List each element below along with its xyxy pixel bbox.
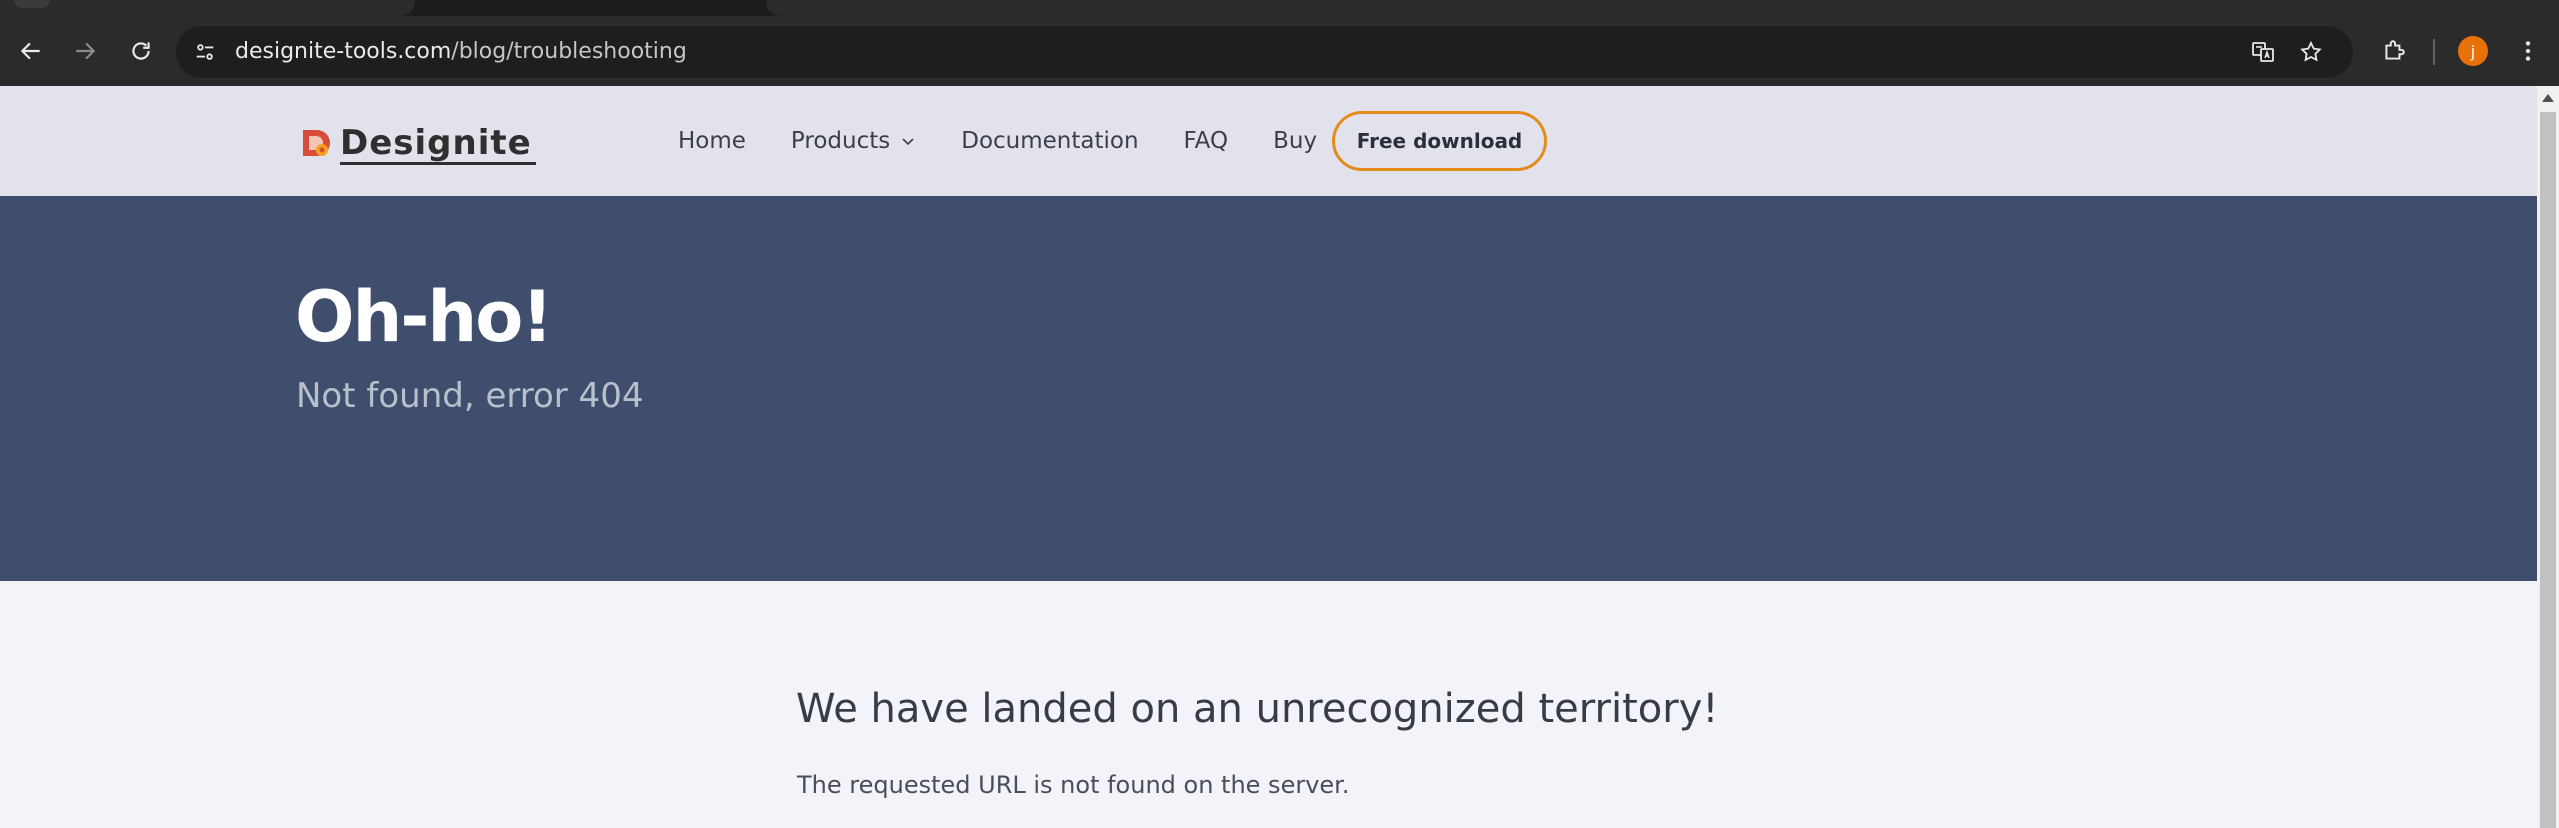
content-section: We have landed on an unrecognized territ… <box>0 581 2537 828</box>
more-vert-icon <box>2525 41 2531 61</box>
scroll-up-arrow-icon[interactable] <box>2542 94 2554 102</box>
arrow-left-icon <box>20 42 40 60</box>
translate-icon[interactable] <box>2248 37 2278 67</box>
site-info-icon[interactable] <box>190 37 220 67</box>
puzzle-icon <box>2385 40 2405 60</box>
free-download-button[interactable]: Free download <box>1332 111 1547 171</box>
scrollbar-thumb[interactable] <box>2540 112 2556 828</box>
error-message: The requested URL is not found on the se… <box>797 771 1350 799</box>
hero-banner: Oh-ho! Not found, error 404 <box>0 196 2537 581</box>
nav-products[interactable]: Products <box>791 128 916 154</box>
url-domain: designite-tools.com <box>235 39 452 64</box>
browser-toolbar: designite-tools.com/blog/troubleshooting… <box>0 16 2559 86</box>
toolbar-divider <box>2433 39 2435 65</box>
browser-tab[interactable] <box>0 0 415 16</box>
avatar: j <box>2458 36 2488 66</box>
address-bar[interactable]: designite-tools.com/blog/troubleshooting <box>176 26 2353 78</box>
tab-favicon <box>14 0 50 8</box>
forward-button[interactable] <box>58 16 112 86</box>
url-path: /blog/troubleshooting <box>451 39 687 64</box>
nav-buy[interactable]: Buy <box>1273 128 1317 154</box>
url-text[interactable]: designite-tools.com/blog/troubleshooting <box>235 26 687 78</box>
page-viewport: Designite Home Products Documentation FA… <box>0 86 2537 828</box>
tab-strip <box>0 0 2559 16</box>
extensions-button[interactable] <box>2374 16 2414 86</box>
logo-mark-icon <box>300 126 336 162</box>
page-title: Oh-ho! <box>295 276 553 358</box>
reload-icon <box>132 42 150 60</box>
page-subtitle: Not found, error 404 <box>296 376 644 416</box>
arrow-right-icon <box>76 42 96 60</box>
nav-home[interactable]: Home <box>678 128 746 154</box>
main-nav: Home Products Documentation FAQ Buy <box>678 86 1362 196</box>
chevron-down-icon <box>902 138 914 146</box>
browser-menu-button[interactable] <box>2510 16 2546 86</box>
error-heading: We have landed on an unrecognized territ… <box>796 686 1719 732</box>
logo-text: Designite <box>340 124 536 165</box>
nav-faq[interactable]: FAQ <box>1184 128 1229 154</box>
page-scrollbar[interactable] <box>2537 86 2559 828</box>
site-logo[interactable]: Designite <box>300 120 536 168</box>
nav-documentation[interactable]: Documentation <box>961 128 1138 154</box>
browser-tab-active[interactable] <box>766 0 2559 16</box>
reload-button[interactable] <box>114 16 168 86</box>
site-header: Designite Home Products Documentation FA… <box>0 86 2537 196</box>
nav-products-label: Products <box>790 128 891 154</box>
bookmark-star-icon[interactable] <box>2296 37 2326 67</box>
profile-button[interactable]: j <box>2456 16 2490 86</box>
back-button[interactable] <box>4 16 58 86</box>
